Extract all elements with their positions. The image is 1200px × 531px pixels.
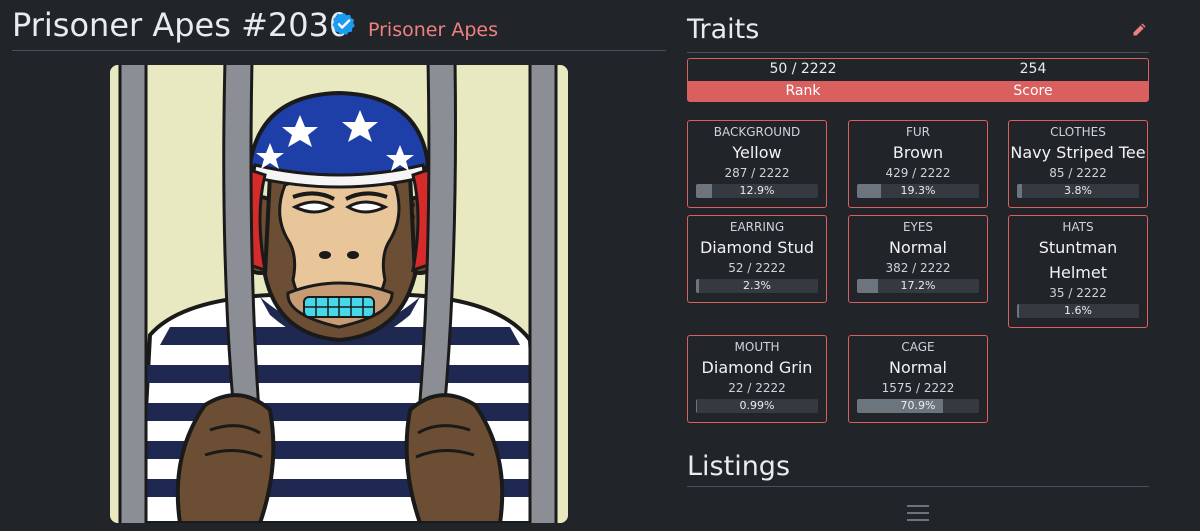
trait-card-background[interactable]: BACKGROUND Yellow 287 / 2222 12.9% — [687, 120, 827, 208]
listings-title: Listings — [687, 451, 791, 482]
trait-card-eyes[interactable]: EYES Normal 382 / 2222 17.2% — [848, 215, 988, 303]
trait-type: CLOTHES — [1050, 125, 1106, 139]
trait-rarity-bar: 12.9% — [696, 184, 818, 198]
traits-panel: Traits 50 / 2222 254 Rank Score BACKGROU… — [687, 0, 1149, 531]
trait-percent: 1.6% — [1064, 304, 1092, 317]
trait-count: 429 / 2222 — [885, 166, 951, 180]
traits-header: Traits — [687, 12, 1149, 53]
trait-count: 382 / 2222 — [885, 261, 951, 275]
trait-percent: 0.99% — [739, 399, 775, 412]
trait-value: Yellow — [732, 143, 782, 162]
collection-link[interactable]: Prisoner Apes — [368, 19, 498, 41]
rank-score-label-bar: Rank Score — [688, 81, 1148, 101]
hamburger-menu-icon[interactable] — [907, 504, 929, 522]
trait-percent: 17.2% — [900, 279, 936, 292]
pencil-icon[interactable] — [1131, 22, 1147, 38]
trait-type: EYES — [902, 220, 934, 234]
trait-value: Normal — [889, 358, 947, 377]
trait-count: 287 / 2222 — [724, 166, 790, 180]
trait-card-mouth[interactable]: MOUTH Diamond Grin 22 / 2222 0.99% — [687, 335, 827, 423]
trait-value: Stuntman Helmet — [1038, 238, 1118, 282]
traits-title: Traits — [687, 14, 760, 45]
rank-label: Rank — [785, 83, 821, 99]
trait-value: Diamond Stud — [699, 238, 815, 257]
trait-value: Navy Striped Tee — [1010, 143, 1146, 162]
trait-rarity-bar: 17.2% — [857, 279, 979, 293]
title-row: Prisoner Apes #2030 Prisoner Apes — [12, 4, 666, 51]
rank-value: 50 / 2222 — [769, 61, 837, 77]
trait-type: BACKGROUND — [713, 125, 801, 139]
trait-percent: 19.3% — [900, 184, 936, 197]
trait-count: 52 / 2222 — [728, 261, 786, 275]
trait-rarity-bar: 3.8% — [1017, 184, 1139, 198]
trait-type: HATS — [1062, 220, 1094, 234]
trait-type: EARRING — [729, 220, 785, 234]
trait-value: Normal — [889, 238, 947, 257]
trait-card-fur[interactable]: FUR Brown 429 / 2222 19.3% — [848, 120, 988, 208]
trait-count: 35 / 2222 — [1049, 286, 1107, 300]
nft-panel: Prisoner Apes #2030 Prisoner Apes — [0, 0, 666, 531]
trait-type: CAGE — [901, 340, 935, 354]
rank-score-box: 50 / 2222 254 Rank Score — [687, 58, 1149, 102]
trait-count: 22 / 2222 — [728, 381, 786, 395]
trait-percent: 12.9% — [739, 184, 775, 197]
trait-card-clothes[interactable]: CLOTHES Navy Striped Tee 85 / 2222 3.8% — [1008, 120, 1148, 208]
trait-rarity-bar: 2.3% — [696, 279, 818, 293]
trait-value: Diamond Grin — [701, 358, 813, 377]
trait-percent: 2.3% — [743, 279, 771, 292]
trait-value: Brown — [892, 143, 944, 162]
trait-rarity-bar: 1.6% — [1017, 304, 1139, 318]
listings-header: Listings — [687, 450, 1149, 487]
trait-card-cage[interactable]: CAGE Normal 1575 / 2222 70.9% — [848, 335, 988, 423]
trait-rarity-bar: 70.9% — [857, 399, 979, 413]
trait-count: 85 / 2222 — [1049, 166, 1107, 180]
trait-percent: 3.8% — [1064, 184, 1092, 197]
trait-count: 1575 / 2222 — [881, 381, 955, 395]
trait-card-earring[interactable]: EARRING Diamond Stud 52 / 2222 2.3% — [687, 215, 827, 303]
trait-percent: 70.9% — [900, 399, 936, 412]
score-label: Score — [1013, 83, 1053, 99]
trait-card-hats[interactable]: HATS Stuntman Helmet 35 / 2222 1.6% — [1008, 215, 1148, 328]
trait-rarity-bar: 19.3% — [857, 184, 979, 198]
trait-type: MOUTH — [734, 340, 780, 354]
verified-badge-icon — [332, 13, 355, 35]
nft-image — [110, 65, 568, 523]
score-value: 254 — [1019, 61, 1047, 77]
trait-rarity-bar: 0.99% — [696, 399, 818, 413]
prisoner-ape-artwork — [110, 65, 568, 523]
trait-type: FUR — [905, 125, 931, 139]
page-title: Prisoner Apes #2030 — [12, 6, 350, 44]
